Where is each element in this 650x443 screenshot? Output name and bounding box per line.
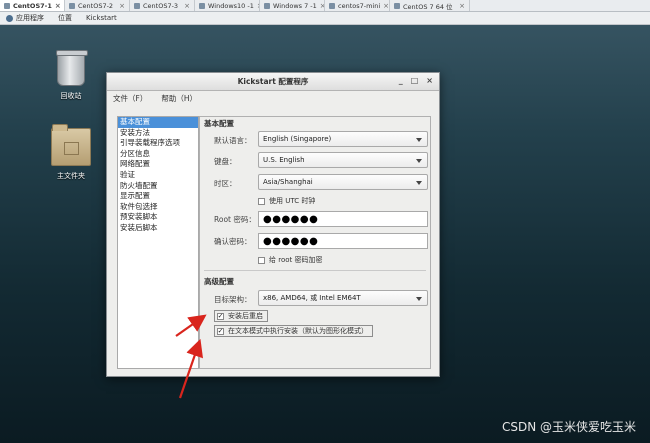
dropdown-arrow-icon <box>416 181 422 185</box>
text-mode-install-checkbox[interactable]: ✓ 在文本模式中执行安装（默认为图形化模式） <box>214 325 373 337</box>
vm-tab[interactable]: Windows10 -1× <box>195 0 260 11</box>
active-app-name[interactable]: Kickstart <box>86 14 117 22</box>
basic-config-heading: 基本配置 <box>204 119 234 128</box>
timezone-select[interactable]: Asia/Shanghai <box>258 174 428 190</box>
vm-tab[interactable]: CentOS7-3 × <box>130 0 195 11</box>
category-item[interactable]: 软件包选择 <box>118 202 198 213</box>
target-arch-select[interactable]: x86, AMD64, 或 Intel EM64T <box>258 290 428 306</box>
close-icon[interactable]: × <box>119 2 125 10</box>
advanced-config-heading: 高级配置 <box>204 277 234 286</box>
home-folder-label: 主文件夹 <box>57 172 85 180</box>
confirm-password-input[interactable]: ●●●●●● <box>258 233 428 249</box>
trash-label: 回收站 <box>60 92 82 100</box>
vm-tab[interactable]: CentOS7-1 × <box>0 0 65 11</box>
category-item[interactable]: 显示配置 <box>118 191 198 202</box>
house-icon <box>64 142 79 155</box>
gnome-top-bar: 应用程序 位置 Kickstart <box>0 12 650 25</box>
maximize-icon[interactable]: □ <box>411 76 419 85</box>
kickstart-window: Kickstart 配置程序 _ □ × 文件（F） 帮助（H） 基本配置 安装… <box>106 72 440 377</box>
close-icon[interactable]: × <box>383 2 389 10</box>
category-item[interactable]: 预安装脚本 <box>118 212 198 223</box>
keyboard-label: 键盘： <box>214 157 237 166</box>
default-language-select[interactable]: English (Singapore) <box>258 131 428 147</box>
category-list: 基本配置 安装方法 引导装载程序选项 分区信息 网络配置 验证 防火墙配置 显示… <box>117 116 199 369</box>
dropdown-arrow-icon <box>416 138 422 142</box>
vm-tab[interactable]: Windows 7 -1× <box>260 0 325 11</box>
section-divider <box>204 270 426 271</box>
keyboard-select[interactable]: U.S. English <box>258 152 428 168</box>
reboot-after-install-checkbox[interactable]: ✓ 安装后重启 <box>214 310 268 322</box>
vm-tab[interactable]: CentOS7-2 × <box>65 0 130 11</box>
home-folder-icon <box>51 124 91 166</box>
timezone-label: 时区： <box>214 179 237 188</box>
reboot-check-box: ✓ <box>217 311 224 320</box>
close-icon[interactable]: × <box>426 76 433 85</box>
vm-icon <box>394 2 400 9</box>
text-mode-check-box: ✓ <box>217 326 224 335</box>
places-menu[interactable]: 位置 <box>58 13 72 23</box>
desktop-trash[interactable]: 回收站 <box>48 50 94 101</box>
applications-menu[interactable]: 应用程序 <box>6 13 44 23</box>
vm-icon <box>264 2 270 9</box>
category-item[interactable]: 基本配置 <box>118 117 198 128</box>
menu-file[interactable]: 文件（F） <box>113 93 147 104</box>
desktop-home-folder[interactable]: 主文件夹 <box>48 124 94 181</box>
vm-icon <box>69 2 75 9</box>
category-item[interactable]: 分区信息 <box>118 149 198 160</box>
applications-icon <box>6 14 13 22</box>
vm-icon <box>199 2 205 9</box>
default-language-label: 默认语言： <box>214 136 252 145</box>
window-titlebar[interactable]: Kickstart 配置程序 _ □ × <box>107 73 439 91</box>
encrypt-root-password-box <box>258 256 265 264</box>
confirm-password-label: 确认密码： <box>214 237 252 246</box>
utc-clock-checkbox[interactable]: 使用 UTC 时钟 <box>258 196 315 206</box>
dropdown-arrow-icon <box>416 297 422 301</box>
vm-icon <box>134 2 140 9</box>
trash-icon <box>56 50 88 86</box>
vm-tab-strip: CentOS7-1 × CentOS7-2 × CentOS7-3 × Windows… <box>0 0 650 12</box>
category-item[interactable]: 防火墙配置 <box>118 181 198 192</box>
settings-panel: 基本配置 默认语言： English (Singapore) 键盘： U.S. … <box>199 116 431 369</box>
close-icon[interactable]: × <box>55 2 61 10</box>
close-icon[interactable]: × <box>184 2 190 10</box>
vm-icon <box>4 2 10 9</box>
window-title: Kickstart 配置程序 <box>237 77 309 86</box>
watermark: CSDN @玉米侠爱吃玉米 <box>501 420 636 434</box>
vm-tab[interactable]: CentOS 7 64 位 × <box>390 0 470 11</box>
category-item[interactable]: 安装后脚本 <box>118 223 198 234</box>
vm-icon <box>329 2 335 9</box>
menubar: 文件（F） 帮助（H） <box>107 91 439 105</box>
root-password-input[interactable]: ●●●●●● <box>258 211 428 227</box>
menu-help[interactable]: 帮助（H） <box>161 93 197 104</box>
category-item[interactable]: 引导装载程序选项 <box>118 138 198 149</box>
close-icon[interactable]: × <box>459 2 465 10</box>
category-item[interactable]: 安装方法 <box>118 128 198 139</box>
category-item[interactable]: 验证 <box>118 170 198 181</box>
dropdown-arrow-icon <box>416 159 422 163</box>
category-item[interactable]: 网络配置 <box>118 159 198 170</box>
target-arch-label: 目标架构： <box>214 295 252 304</box>
utc-clock-box <box>258 197 265 205</box>
vm-tab[interactable]: centos7-mini × <box>325 0 390 11</box>
encrypt-root-password-checkbox[interactable]: 给 root 密码加密 <box>258 255 322 265</box>
root-password-label: Root 密码： <box>214 215 256 224</box>
minimize-icon[interactable]: _ <box>399 76 403 85</box>
